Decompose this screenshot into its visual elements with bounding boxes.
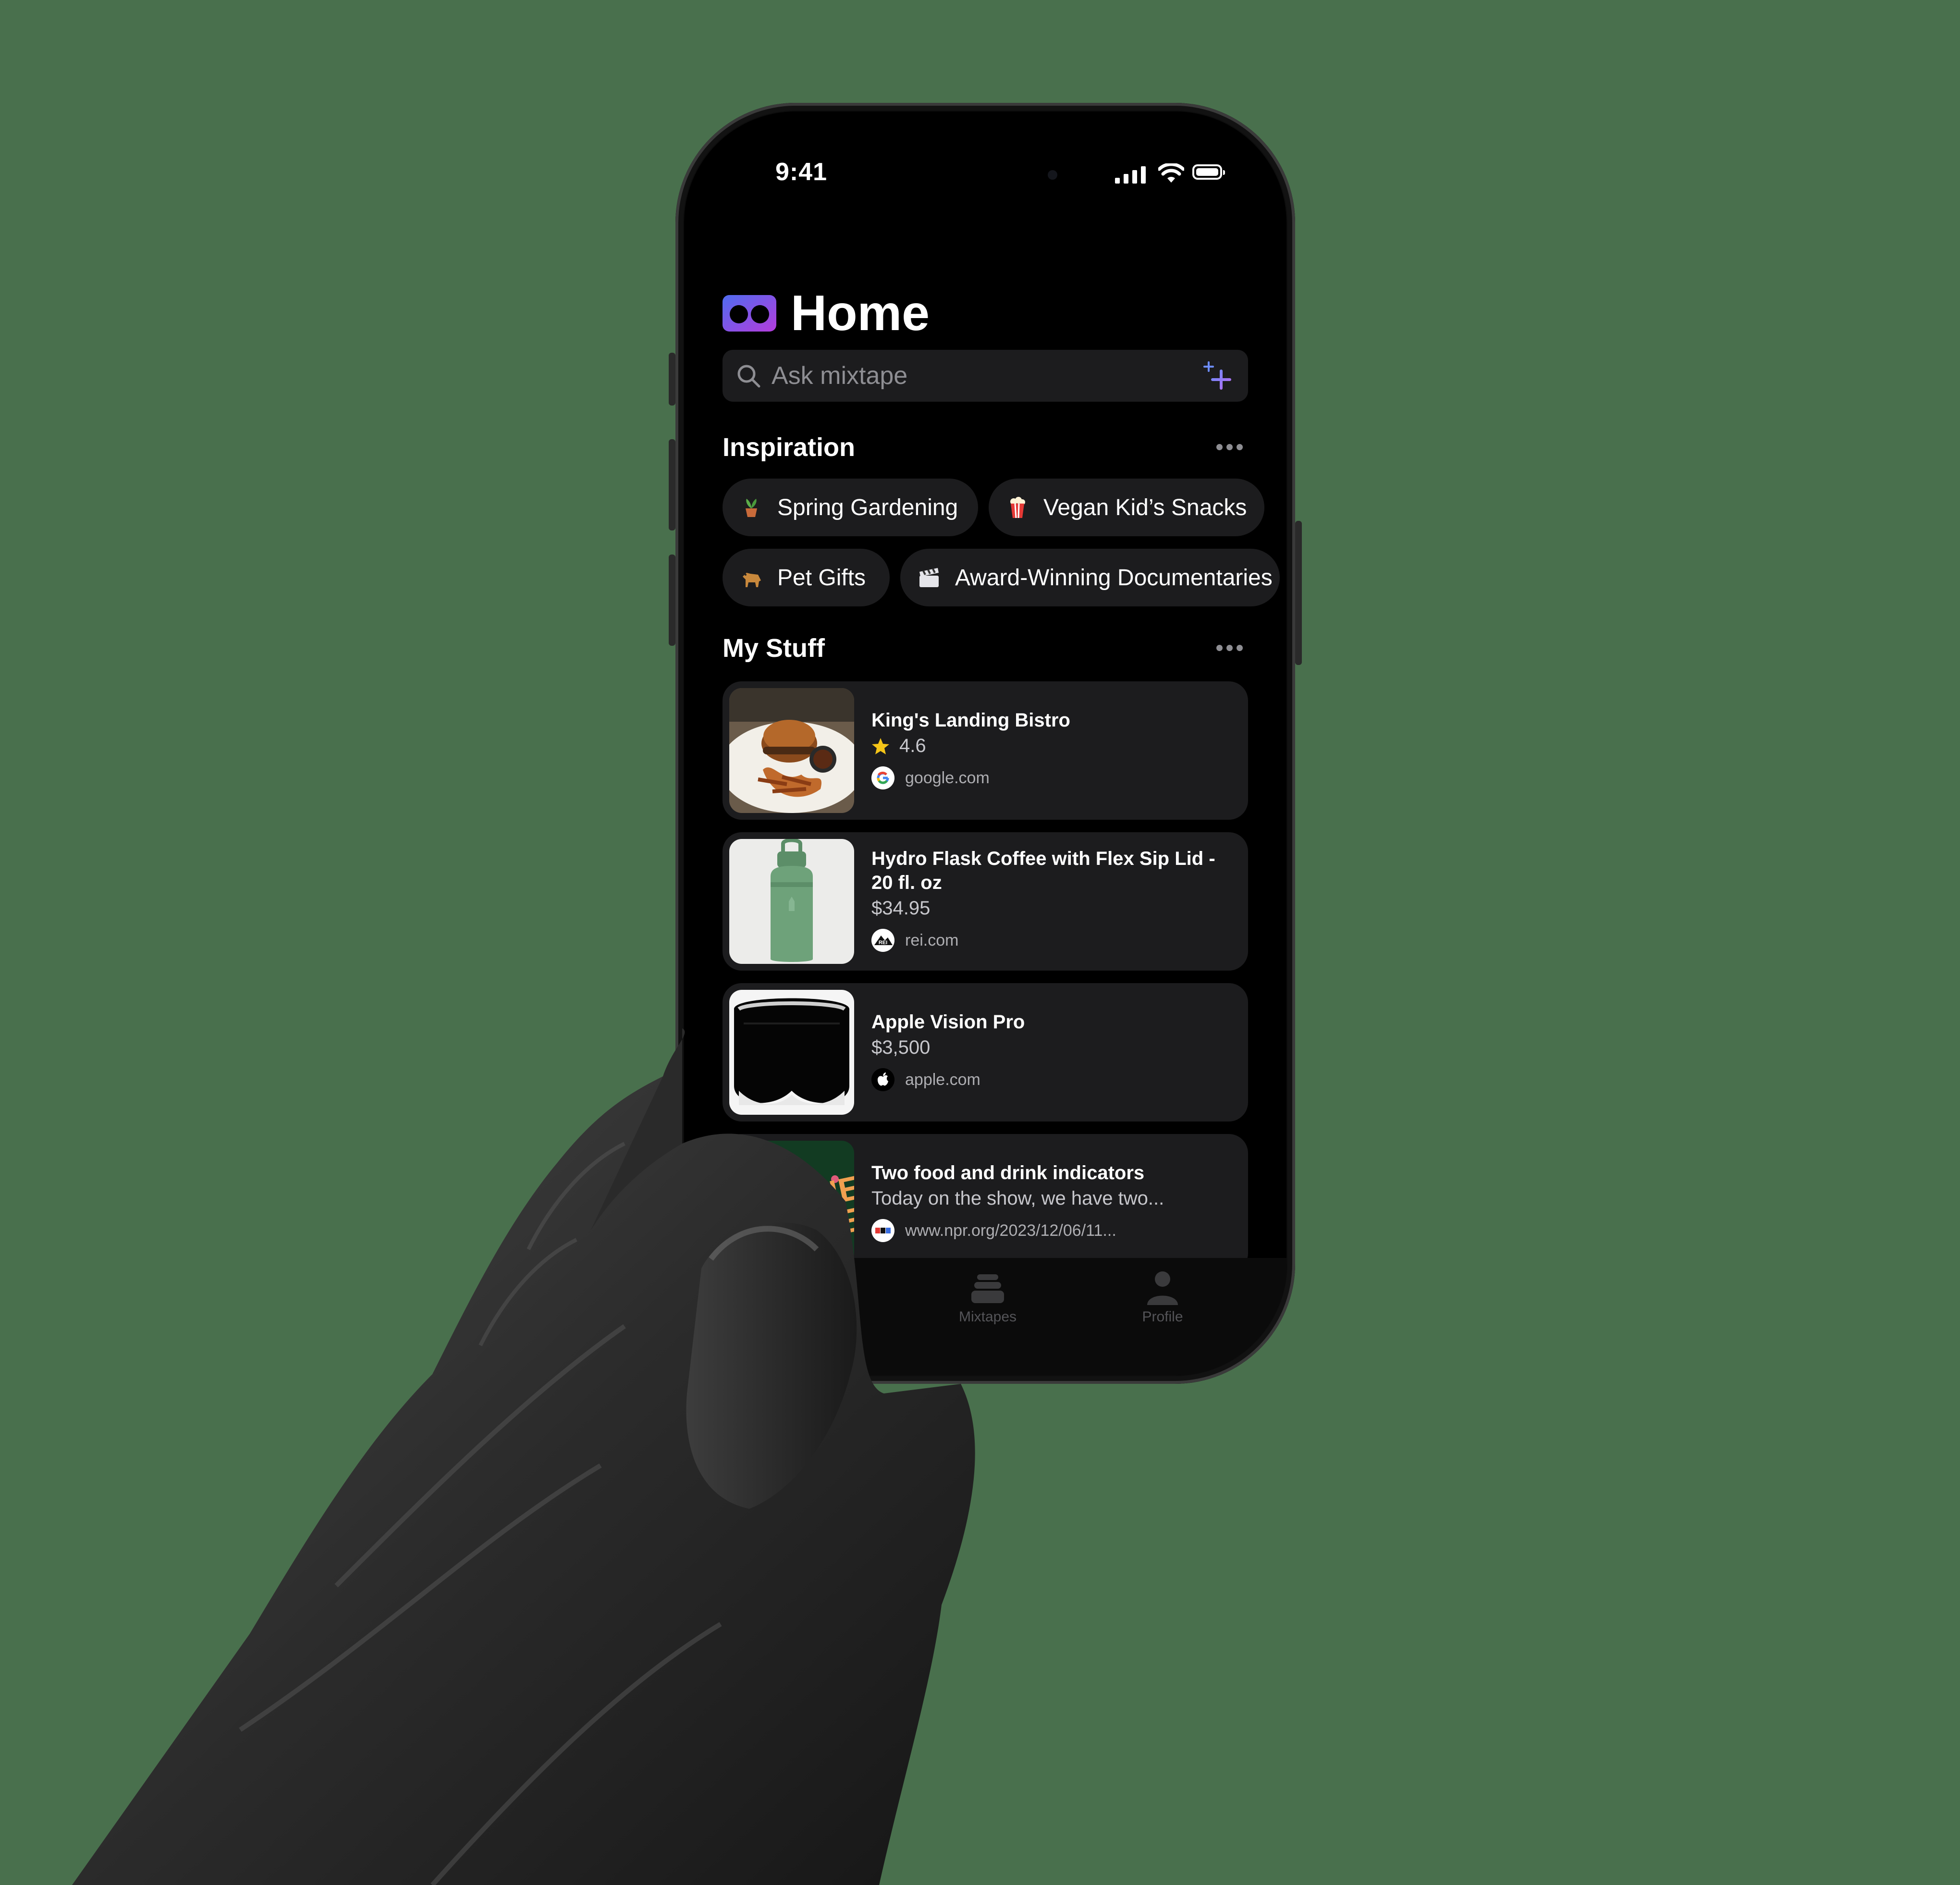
list-item-hydro-flask[interactable]: Hydro Flask Coffee with Flex Sip Lid - 2… — [723, 832, 1248, 971]
person-icon — [1147, 1271, 1178, 1305]
list-item-apple-vision-pro[interactable]: Apple Vision Pro $3,500 apple.com — [723, 983, 1248, 1121]
list-item-npr-podcast[interactable]: PLANET MONEY Two food and drink indicato… — [723, 1134, 1248, 1272]
water-bottle-photo — [729, 839, 854, 964]
vision-pro-photo — [729, 990, 854, 1115]
chip-label: Vegan Kid’s Snacks — [1043, 494, 1247, 520]
burger-photo — [729, 688, 854, 813]
chip-spring-gardening[interactable]: Spring Gardening — [723, 479, 978, 536]
tab-profile[interactable]: Profile — [1110, 1269, 1215, 1325]
chip-vegan-kids-snacks[interactable]: Vegan Kid’s Snacks — [989, 479, 1264, 536]
source-domain: apple.com — [905, 1070, 980, 1089]
popcorn-icon — [1010, 497, 1025, 518]
item-source: google.com — [871, 766, 1227, 789]
list-item-kings-landing-bistro[interactable]: King's Landing Bistro 4.6 google.com — [723, 681, 1248, 820]
action-button — [669, 353, 675, 406]
wifi-icon — [1158, 163, 1184, 183]
tab-bar: Mixtapes Profile — [684, 1258, 1286, 1375]
status-time: 9:41 — [775, 158, 828, 186]
chip-pet-gifts[interactable]: Pet Gifts — [723, 549, 890, 606]
front-camera — [1048, 170, 1057, 180]
planet-money-podcast-art: PLANET MONEY — [729, 1141, 854, 1266]
inspiration-heading: Inspiration — [723, 433, 856, 462]
tab-label: Mixtapes — [958, 1309, 1017, 1325]
phone-frame: 9:41 Home Ask mixtape Inspiration Spring… — [669, 103, 1302, 1384]
item-description: Today on the show, we have two... — [871, 1188, 1164, 1209]
status-bar: 9:41 — [684, 111, 1286, 203]
volume-down-button — [669, 554, 675, 646]
my-stuff-heading: My Stuff — [723, 634, 825, 663]
source-domain: google.com — [905, 768, 990, 787]
inspiration-more-button[interactable] — [1216, 444, 1243, 450]
tab-mixtapes[interactable]: Mixtapes — [935, 1269, 1041, 1325]
item-source: apple.com — [871, 1068, 1227, 1091]
cellular-icon — [1115, 165, 1146, 184]
power-button — [1295, 521, 1302, 665]
item-title: Hydro Flask Coffee with Flex Sip Lid - 2… — [871, 848, 1215, 893]
page-header: Home — [723, 288, 930, 338]
battery-icon — [1192, 164, 1225, 180]
potted-plant-icon — [746, 499, 757, 517]
chip-label: Spring Gardening — [777, 494, 958, 520]
item-rating: 4.6 — [871, 735, 1227, 757]
item-text: Apple Vision Pro $3,500 apple.com — [871, 1010, 1227, 1091]
item-title: King's Landing Bistro — [871, 710, 1070, 731]
star-icon — [872, 738, 889, 754]
item-price: $34.95 — [871, 898, 931, 919]
search-icon — [737, 365, 760, 388]
mixtape-logo-icon — [723, 295, 776, 332]
npr-icon — [871, 1219, 894, 1242]
item-source: REI rei.com — [871, 929, 1227, 952]
chip-label: Pet Gifts — [777, 565, 866, 591]
google-icon — [871, 766, 894, 789]
item-price: $3,500 — [871, 1037, 931, 1058]
app-screen: 9:41 Home Ask mixtape Inspiration Spring… — [684, 111, 1286, 1375]
sparkle-icon[interactable] — [1202, 360, 1233, 391]
chip-label: Award-Winning Documentaries — [955, 565, 1273, 591]
item-title: Two food and drink indicators — [871, 1162, 1145, 1183]
apple-icon — [871, 1068, 894, 1091]
item-title: Apple Vision Pro — [871, 1011, 1025, 1033]
item-text: Hydro Flask Coffee with Flex Sip Lid - 2… — [871, 847, 1227, 952]
volume-up-button — [669, 439, 675, 530]
source-domain: rei.com — [905, 931, 959, 949]
item-source: www.npr.org/2023/12/06/11... — [871, 1219, 1227, 1242]
item-text: Two food and drink indicators Today on t… — [871, 1161, 1227, 1242]
item-text: King's Landing Bistro 4.6 google.com — [871, 708, 1227, 789]
page-title: Home — [791, 285, 930, 341]
svg-text:REI: REI — [879, 940, 887, 946]
chip-award-winning-documentaries[interactable]: Award-Winning Documentaries — [900, 549, 1280, 606]
dog-icon — [743, 573, 761, 587]
rating-value: 4.6 — [899, 735, 926, 756]
my-stuff-more-button[interactable] — [1216, 645, 1243, 651]
search-input[interactable] — [771, 361, 1202, 391]
tab-label: Profile — [1142, 1309, 1183, 1325]
clapperboard-icon — [919, 568, 939, 587]
search-bar[interactable] — [723, 350, 1248, 402]
source-domain: www.npr.org/2023/12/06/11... — [905, 1221, 1116, 1240]
stack-icon — [971, 1274, 1004, 1303]
rei-icon: REI — [871, 929, 894, 952]
